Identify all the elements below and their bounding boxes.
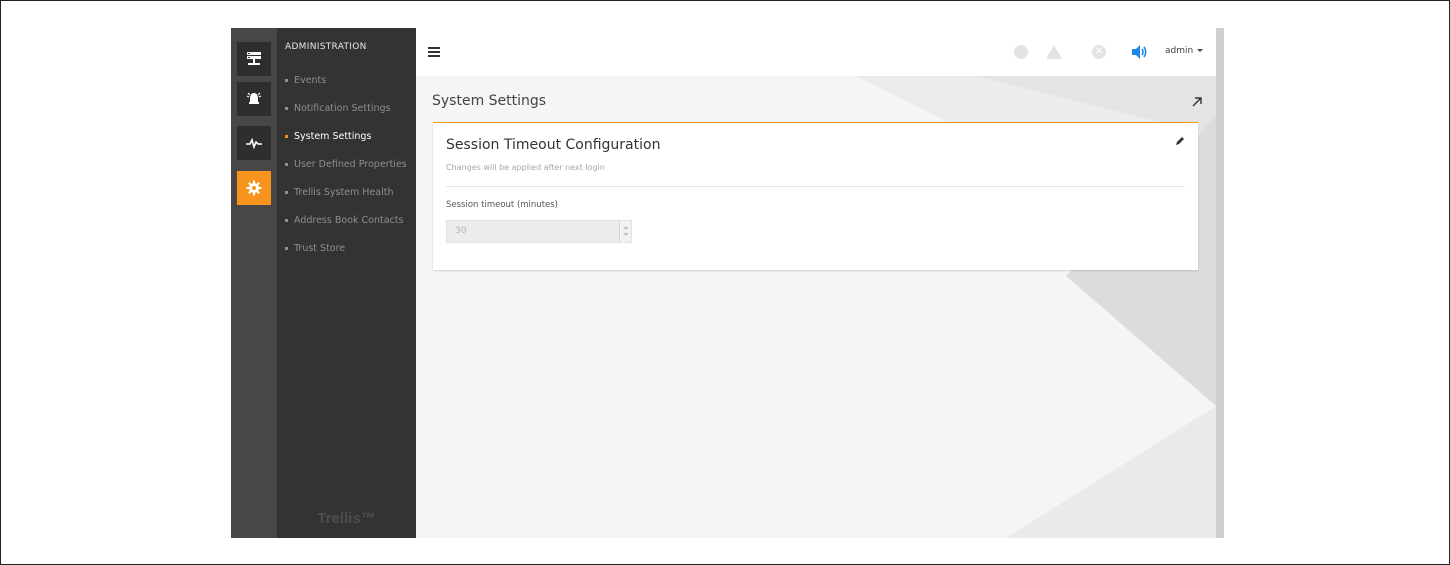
menu-item-label: Notification Settings [294, 103, 391, 114]
rail-item-alarms[interactable] [237, 82, 271, 116]
server-icon [247, 52, 261, 65]
card-title: Session Timeout Configuration [446, 137, 661, 153]
brand-logo: Trellis™ [317, 510, 376, 527]
menu-item-trellis-system-health[interactable]: Trellis System Health [285, 187, 393, 198]
gear-icon [246, 180, 262, 196]
menu-item-user-defined-properties[interactable]: User Defined Properties [285, 159, 407, 170]
scrollbar[interactable] [1216, 28, 1224, 538]
menu-item-label: Trust Store [294, 243, 346, 254]
session-timeout-value: 30 [455, 226, 467, 236]
chevron-down-icon [1197, 49, 1204, 52]
divider [446, 186, 1185, 187]
expand-arrow-icon[interactable] [1191, 96, 1203, 108]
user-menu[interactable]: admin [1165, 46, 1204, 56]
rail-item-server[interactable] [237, 42, 271, 76]
main-content: System Settings Session Timeout Configur… [416, 76, 1216, 538]
session-timeout-card: Session Timeout Configuration Changes wi… [433, 122, 1198, 270]
rail-item-monitoring[interactable] [237, 126, 271, 160]
menu-item-address-book-contacts[interactable]: Address Book Contacts [285, 215, 403, 226]
card-subtitle: Changes will be applied after next login [446, 163, 605, 172]
error-x-icon[interactable]: ✕ [1092, 45, 1106, 59]
menu-item-label: System Settings [294, 131, 372, 142]
heartbeat-icon [246, 137, 262, 150]
menu-item-notification-settings[interactable]: Notification Settings [285, 103, 391, 114]
top-bar: ✕ admin [416, 28, 1216, 76]
session-timeout-label: Session timeout (minutes) [446, 200, 558, 210]
menu-item-trust-store[interactable]: Trust Store [285, 243, 345, 254]
pencil-edit-icon[interactable] [1174, 135, 1186, 147]
bullet-icon [285, 79, 288, 82]
screenshot-frame: ADMINISTRATION Events Notification Setti… [0, 0, 1450, 565]
warning-triangle-icon[interactable] [1046, 45, 1062, 59]
info-circle-icon[interactable] [1014, 45, 1028, 59]
session-timeout-input[interactable]: 30 [446, 220, 632, 243]
page-title: System Settings [432, 93, 547, 109]
chevron-down-icon[interactable] [623, 233, 629, 236]
menu-item-label: Address Book Contacts [294, 215, 404, 226]
number-spinner[interactable] [619, 221, 631, 242]
user-name: admin [1165, 46, 1194, 56]
bullet-icon [285, 107, 288, 110]
menu-item-events[interactable]: Events [285, 75, 326, 86]
rail-item-administration[interactable] [237, 171, 271, 205]
menu-title: ADMINISTRATION [285, 42, 367, 52]
menu-item-label: Events [294, 75, 327, 86]
bullet-icon [285, 247, 288, 250]
bullet-icon [285, 219, 288, 222]
alarm-bell-icon [246, 92, 262, 104]
chevron-up-icon[interactable] [623, 226, 629, 229]
bullet-icon [285, 135, 288, 138]
bullet-icon [285, 163, 288, 166]
menu-item-system-settings[interactable]: System Settings [285, 131, 371, 142]
menu-item-label: User Defined Properties [294, 159, 407, 170]
menu-item-label: Trellis System Health [294, 187, 394, 198]
speaker-icon[interactable] [1131, 44, 1149, 60]
hamburger-menu-icon[interactable] [428, 47, 440, 57]
trellis-app: ADMINISTRATION Events Notification Setti… [231, 28, 1224, 538]
bullet-icon [285, 191, 288, 194]
icon-rail [231, 28, 277, 538]
admin-menu: ADMINISTRATION Events Notification Setti… [277, 28, 416, 538]
